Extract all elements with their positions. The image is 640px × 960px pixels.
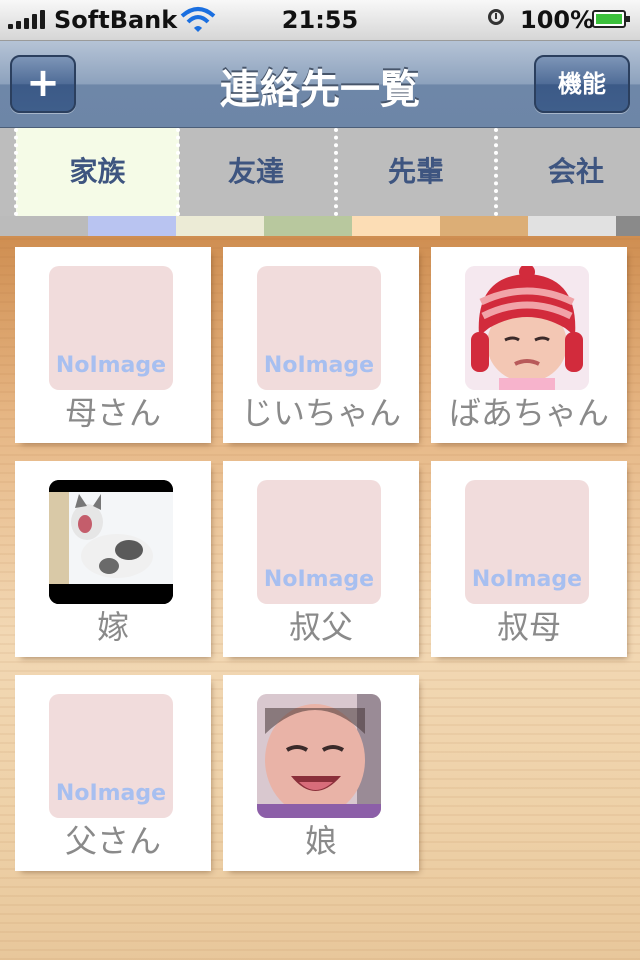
- contact-name: 父さん: [64, 822, 161, 860]
- contact-photo-placeholder: NoImage: [257, 266, 381, 390]
- alarm-clock-icon: [488, 9, 504, 25]
- navigation-bar: + 連絡先一覧 機能: [0, 41, 640, 129]
- contact-name: 叔父: [288, 608, 353, 646]
- contact-card[interactable]: NoImage 叔母: [428, 458, 630, 660]
- color-swatch: [0, 216, 88, 236]
- baby-in-red-hat-photo: [465, 266, 589, 390]
- contact-name: 嫁: [96, 608, 129, 646]
- tab-seniors[interactable]: 先輩: [336, 128, 496, 216]
- contact-name: 娘: [304, 822, 337, 860]
- tab-divider: [14, 128, 18, 216]
- no-image-label: NoImage: [55, 781, 167, 806]
- color-swatch: [176, 216, 264, 236]
- contact-card[interactable]: 嫁: [12, 458, 214, 660]
- smiling-baby-photo: [257, 694, 381, 818]
- color-swatch: [440, 216, 528, 236]
- tab-color-strip: [0, 216, 640, 236]
- contact-photo-placeholder: NoImage: [465, 480, 589, 604]
- contact-photo-placeholder: NoImage: [49, 694, 173, 818]
- color-swatch: [616, 216, 640, 236]
- function-button[interactable]: 機能: [534, 55, 630, 113]
- cat-yawning-photo: [49, 480, 173, 604]
- contact-card[interactable]: NoImage じいちゃん: [220, 244, 422, 446]
- contact-card[interactable]: ばあちゃん: [428, 244, 630, 446]
- status-bar: SoftBank 21:55 100%: [0, 0, 640, 41]
- battery-percent: 100%: [520, 6, 595, 34]
- color-swatch: [88, 216, 176, 236]
- contact-card[interactable]: NoImage 父さん: [12, 672, 214, 874]
- contact-name: じいちゃん: [240, 394, 401, 432]
- color-swatch: [528, 216, 616, 236]
- no-image-label: NoImage: [263, 353, 375, 378]
- contact-card[interactable]: 娘: [220, 672, 422, 874]
- tab-company[interactable]: 会社: [496, 128, 640, 216]
- tab-divider: [494, 128, 498, 216]
- tab-divider: [334, 128, 338, 216]
- group-tab-bar: 家族 友達 先輩 会社: [0, 128, 640, 216]
- tab-family[interactable]: 家族: [16, 128, 179, 216]
- color-swatch: [352, 216, 440, 236]
- no-image-label: NoImage: [55, 353, 167, 378]
- contact-name: ばあちゃん: [448, 394, 609, 432]
- contact-name: 母さん: [64, 394, 161, 432]
- contact-photo-placeholder: NoImage: [257, 480, 381, 604]
- no-image-label: NoImage: [263, 567, 375, 592]
- tab-divider: [176, 128, 180, 216]
- contact-name: 叔母: [496, 608, 561, 646]
- color-swatch: [264, 216, 352, 236]
- no-image-label: NoImage: [471, 567, 583, 592]
- battery-charging-icon: [592, 10, 630, 28]
- contact-photo-placeholder: NoImage: [49, 266, 173, 390]
- contact-card[interactable]: NoImage 叔父: [220, 458, 422, 660]
- contact-grid: NoImage 母さん NoImage じいちゃん ばあちゃん 嫁 NoImag…: [0, 236, 640, 960]
- contact-card[interactable]: NoImage 母さん: [12, 244, 214, 446]
- tab-friends[interactable]: 友達: [176, 128, 336, 216]
